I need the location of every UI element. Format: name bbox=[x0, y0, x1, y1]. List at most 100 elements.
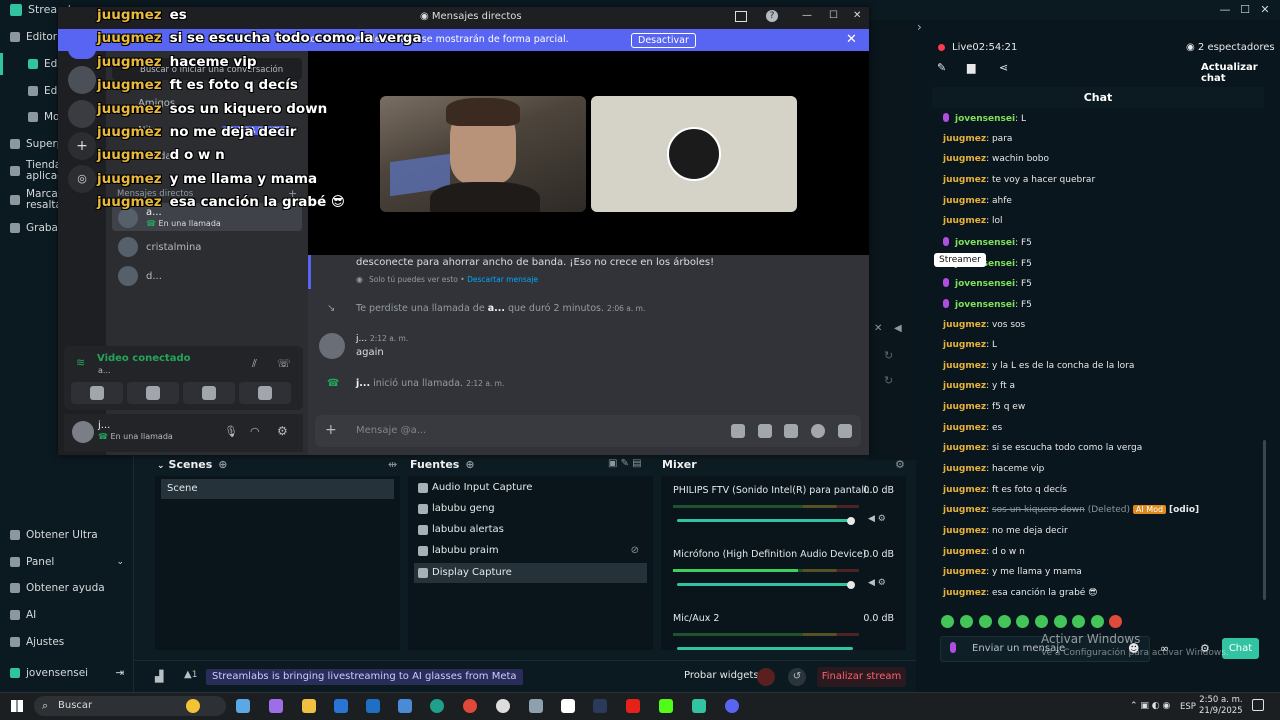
help-icon[interactable]: ? bbox=[766, 10, 778, 22]
end-stream-button[interactable]: Finalizar stream bbox=[817, 667, 906, 687]
dm-item[interactable]: d... bbox=[118, 266, 162, 286]
sidebar-item-mode[interactable]: Mo bbox=[28, 111, 59, 123]
folder-icon[interactable]: ▆ bbox=[967, 61, 975, 74]
edge-icon[interactable] bbox=[430, 699, 444, 713]
chat-username[interactable]: juugmez bbox=[943, 526, 986, 536]
speaker-icon[interactable]: ◀ ⚙ bbox=[868, 514, 886, 524]
share-icon[interactable]: ⋖ bbox=[999, 61, 1008, 74]
github-icon[interactable] bbox=[496, 699, 510, 713]
logout-icon[interactable]: ⇥ bbox=[115, 667, 124, 679]
sidebar-item-app-store[interactable]: Tienda aplicac bbox=[10, 160, 63, 182]
chat-username[interactable]: juugmez bbox=[943, 154, 986, 164]
minimize-icon[interactable]: — bbox=[802, 10, 812, 21]
video-tile-self[interactable] bbox=[380, 96, 586, 212]
chat-username[interactable]: juugmez bbox=[943, 196, 986, 206]
tray-icons[interactable]: ⌃ ▣ ◐ ◉ bbox=[1130, 701, 1170, 711]
voice-status[interactable]: Video conectado bbox=[97, 353, 190, 364]
chevron-right-icon[interactable]: › bbox=[917, 20, 922, 34]
emote-icon[interactable] bbox=[998, 615, 1011, 628]
minimize-icon[interactable]: — bbox=[1217, 2, 1233, 18]
sidebar-item-ai[interactable]: AI bbox=[10, 609, 36, 621]
emote-icon[interactable] bbox=[1054, 615, 1067, 628]
sidebar-item-dashboard[interactable]: Panel ⌄ bbox=[10, 556, 124, 568]
gear-icon[interactable]: ⚙ bbox=[277, 424, 288, 438]
close-icon[interactable]: ✕ bbox=[846, 32, 857, 47]
deactivate-button[interactable]: Desactivar bbox=[631, 33, 696, 48]
sticker-icon[interactable] bbox=[784, 424, 798, 438]
gift-icon[interactable] bbox=[731, 424, 745, 438]
chat-username[interactable]: juugmez bbox=[943, 505, 986, 515]
maximize-icon[interactable]: ☐ bbox=[1237, 2, 1253, 18]
youtube-icon[interactable] bbox=[626, 699, 640, 713]
store-icon[interactable] bbox=[334, 699, 348, 713]
task-view-icon[interactable] bbox=[236, 699, 250, 713]
chat-username[interactable]: juugmez bbox=[943, 340, 986, 350]
maximize-icon[interactable]: ☐ bbox=[829, 10, 838, 21]
emote-icon[interactable] bbox=[1091, 615, 1104, 628]
alerts-icon[interactable]: ▲1 bbox=[184, 669, 197, 680]
server-icon[interactable] bbox=[68, 66, 96, 94]
volume-slider-knob[interactable] bbox=[847, 517, 855, 525]
chat-username[interactable]: juugmez bbox=[943, 216, 986, 226]
chat-username[interactable]: juugmez bbox=[943, 402, 986, 412]
speaker-icon[interactable]: ◀ ⚙ bbox=[868, 578, 886, 588]
chat-username[interactable]: jovensensei bbox=[955, 238, 1015, 248]
app-icon[interactable] bbox=[529, 699, 543, 713]
chevron-down-icon[interactable]: ⌄ bbox=[157, 461, 165, 471]
clock[interactable]: 2:50 a. m. 21/9/2025 bbox=[1199, 695, 1243, 717]
avatar[interactable] bbox=[72, 421, 94, 443]
volume-slider[interactable] bbox=[677, 583, 853, 586]
refresh-chat-button[interactable]: Actualizar chat bbox=[1201, 62, 1280, 84]
refresh-icon[interactable]: ↻ bbox=[884, 349, 893, 362]
chat-username[interactable]: juugmez bbox=[943, 464, 986, 474]
language-indicator[interactable]: ESP bbox=[1180, 702, 1196, 712]
add-server-icon[interactable]: + bbox=[68, 132, 96, 160]
emote-icon[interactable] bbox=[960, 615, 973, 628]
windows-start-icon[interactable] bbox=[11, 700, 23, 712]
source-item[interactable]: labubu praim ⊘ bbox=[414, 541, 647, 561]
refresh-icon[interactable]: ↻ bbox=[884, 374, 893, 387]
chat-username[interactable]: jovensensei bbox=[955, 279, 1015, 289]
chat-username[interactable]: juugmez bbox=[943, 485, 986, 495]
copilot-icon[interactable] bbox=[269, 699, 283, 713]
microphone-icon[interactable]: 🎙 bbox=[224, 425, 238, 438]
sidebar-item-get-ultra[interactable]: Obtener Ultra bbox=[10, 529, 98, 541]
inbox-icon[interactable] bbox=[735, 11, 747, 22]
emote-icon[interactable] bbox=[1016, 615, 1029, 628]
chat-username[interactable]: juugmez bbox=[943, 423, 986, 433]
chat-username[interactable]: juugmez bbox=[943, 361, 986, 371]
add-source-icon[interactable]: ⊕ bbox=[465, 458, 474, 471]
dm-item[interactable]: cristalmina bbox=[118, 237, 201, 257]
avatar[interactable] bbox=[319, 333, 345, 359]
gif-icon[interactable] bbox=[758, 424, 772, 438]
volume-slider[interactable] bbox=[677, 519, 853, 522]
chat-username[interactable]: juugmez bbox=[943, 134, 986, 144]
streamlabs-icon[interactable] bbox=[692, 699, 706, 713]
chat-username[interactable]: jovensensei bbox=[955, 300, 1015, 310]
scene-item[interactable]: Scene bbox=[161, 479, 394, 499]
discover-icon[interactable]: ◎ bbox=[68, 165, 96, 193]
source-item-selected[interactable]: Display Capture bbox=[414, 563, 647, 583]
noise-suppression-icon[interactable]: ⫽ bbox=[252, 357, 257, 371]
discord-icon[interactable] bbox=[725, 699, 739, 713]
kick-icon[interactable] bbox=[659, 699, 673, 713]
chat-username[interactable]: juugmez bbox=[943, 175, 986, 185]
sidebar-item-account[interactable]: jovensensei ⇥ bbox=[10, 667, 124, 679]
file-explorer-icon[interactable] bbox=[302, 699, 316, 713]
chat-username[interactable]: juugmez bbox=[943, 567, 986, 577]
notifications-icon[interactable] bbox=[1252, 699, 1264, 711]
close-icon[interactable]: ✕ bbox=[853, 10, 861, 21]
chat-username[interactable]: juugmez bbox=[943, 443, 986, 453]
source-item[interactable]: Audio Input Capture bbox=[414, 478, 647, 498]
add-scene-icon[interactable]: ⊕ bbox=[218, 458, 227, 471]
photos-icon[interactable] bbox=[398, 699, 412, 713]
search-highlight-icon[interactable] bbox=[186, 699, 200, 713]
chat-username[interactable]: juugmez bbox=[943, 588, 986, 598]
steam-icon[interactable] bbox=[593, 699, 607, 713]
eye-off-icon[interactable]: ⊘ bbox=[631, 541, 639, 561]
record-button[interactable] bbox=[757, 668, 775, 686]
collapse-icon[interactable]: ⇹ bbox=[388, 458, 397, 471]
mute-icon[interactable]: ✕ bbox=[874, 323, 882, 334]
sidebar-item-editor[interactable]: Editor bbox=[10, 31, 57, 43]
close-icon[interactable]: ✕ bbox=[1257, 2, 1273, 18]
